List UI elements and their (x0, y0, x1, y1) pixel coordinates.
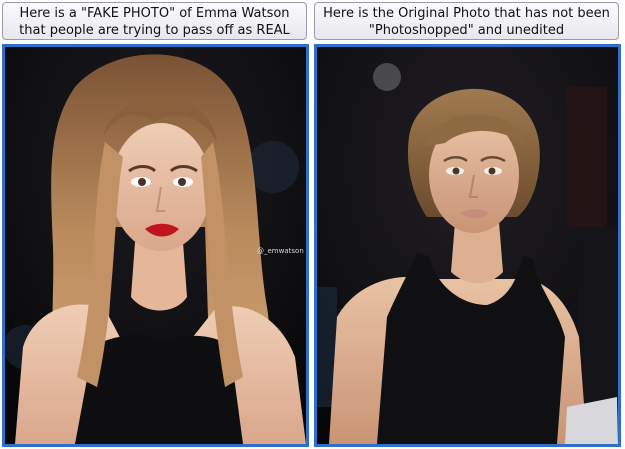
fake-photo-panel: Here is a "FAKE PHOTO" of Emma Watson th… (2, 2, 309, 447)
original-photo-panel: Here is the Original Photo that has not … (314, 2, 621, 447)
original-photo-illustration (317, 47, 618, 444)
fake-photo: @_emwatson (2, 44, 309, 447)
fake-photo-caption-text: Here is a "FAKE PHOTO" of Emma Watson th… (19, 5, 290, 38)
fake-photo-caption: Here is a "FAKE PHOTO" of Emma Watson th… (2, 2, 307, 40)
fake-photo-watermark: @_emwatson (257, 247, 304, 255)
original-photo-caption-text: Here is the Original Photo that has not … (323, 5, 610, 38)
comparison-page: Here is a "FAKE PHOTO" of Emma Watson th… (0, 0, 625, 449)
fake-photo-illustration: @_emwatson (5, 47, 306, 444)
original-photo-caption: Here is the Original Photo that has not … (314, 2, 619, 40)
original-photo (314, 44, 621, 447)
